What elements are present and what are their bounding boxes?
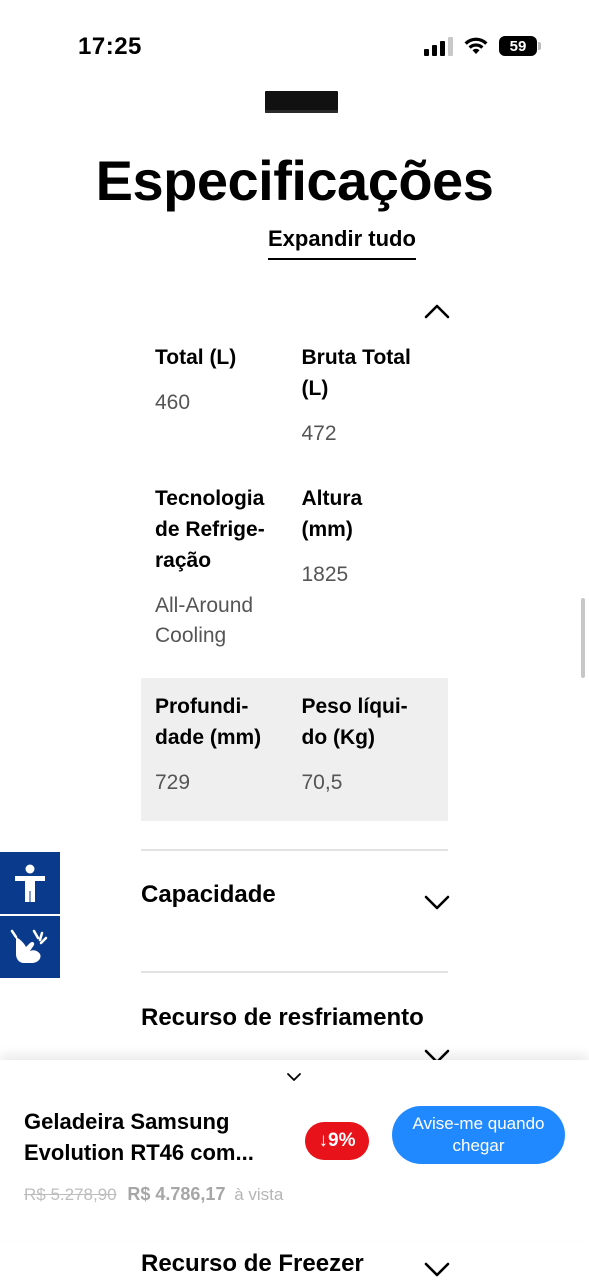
spec-item: Profundi-dade (mm) 729 bbox=[155, 691, 302, 821]
spec-label: Total (L) bbox=[155, 346, 237, 369]
spec-value: 70,5 bbox=[301, 771, 343, 794]
spec-value: 460 bbox=[155, 391, 191, 414]
product-name: Geladeira Samsung Evolution RT46 com... bbox=[24, 1109, 254, 1165]
spec-grid: Total (L) 460 Bruta Total (L) 472 Tecnol… bbox=[141, 330, 448, 821]
spec-label: Bruta Total (L) bbox=[301, 346, 411, 400]
chevron-down-icon[interactable] bbox=[285, 1070, 303, 1084]
spec-item: Tecnologia de Refrige-ração All-Around C… bbox=[155, 483, 302, 678]
spec-label: Profundi-dade (mm) bbox=[155, 695, 262, 749]
spec-value: All-Around Cooling bbox=[155, 594, 254, 647]
current-price: R$ 4.786,17 bbox=[127, 1184, 226, 1204]
spec-row: Total (L) 460 Bruta Total (L) 472 bbox=[141, 330, 448, 473]
signal-icon bbox=[424, 36, 453, 56]
notify-me-button[interactable]: Avise-me quando chegar bbox=[392, 1106, 565, 1164]
spec-row: Tecnologia de Refrige-ração All-Around C… bbox=[141, 473, 448, 678]
battery-icon: 59 bbox=[499, 36, 541, 56]
status-bar: 17:25 59 bbox=[0, 0, 589, 95]
spec-value: 472 bbox=[301, 422, 337, 445]
spec-value: 1825 bbox=[301, 563, 349, 586]
wifi-icon bbox=[464, 37, 488, 54]
spec-label: Peso líqui-do (Kg) bbox=[301, 695, 408, 749]
price-row: R$ 5.278,90 R$ 4.786,17 à vista bbox=[24, 1184, 283, 1205]
product-bottom-sheet: Geladeira Samsung Evolution RT46 com... … bbox=[0, 1060, 589, 1240]
section-capacidade[interactable]: Capacidade bbox=[141, 881, 276, 909]
page-title: Especificações bbox=[95, 149, 494, 212]
status-icons: 59 bbox=[424, 36, 541, 56]
spec-row: Profundi-dade (mm) 729 Peso líqui-do (Kg… bbox=[141, 678, 448, 821]
old-price: R$ 5.278,90 bbox=[24, 1185, 117, 1204]
status-time: 17:25 bbox=[78, 33, 142, 60]
price-suffix: à vista bbox=[234, 1185, 284, 1204]
sign-language-button[interactable] bbox=[0, 916, 60, 978]
accessibility-button[interactable] bbox=[0, 852, 60, 914]
accessibility-icon bbox=[15, 864, 45, 902]
expand-all-link[interactable]: Expandir tudo bbox=[268, 226, 416, 260]
chevron-down-icon[interactable] bbox=[424, 1256, 450, 1280]
chevron-up-icon[interactable] bbox=[424, 298, 450, 324]
product-thumbnail bbox=[265, 91, 338, 113]
section-divider bbox=[141, 971, 448, 973]
spec-item: Altura (mm) 1825 bbox=[302, 483, 449, 678]
spec-item: Total (L) 460 bbox=[155, 342, 302, 473]
spec-label: Altura (mm) bbox=[301, 487, 363, 541]
chevron-down-icon[interactable] bbox=[424, 889, 450, 915]
spec-item: Peso líqui-do (Kg) 70,5 bbox=[302, 691, 449, 821]
section-divider bbox=[141, 849, 448, 851]
discount-badge: ↓9% bbox=[305, 1122, 369, 1160]
scrollbar[interactable] bbox=[581, 598, 585, 678]
sign-language-icon bbox=[10, 929, 48, 963]
spec-item: Bruta Total (L) 472 bbox=[302, 342, 449, 473]
spec-label: Tecnologia de Refrige-ração bbox=[155, 487, 265, 572]
section-freezer[interactable]: Recurso de Freezer bbox=[141, 1250, 364, 1278]
spec-value: 729 bbox=[155, 771, 191, 794]
section-resfriamento[interactable]: Recurso de resfriamento bbox=[141, 1004, 424, 1032]
